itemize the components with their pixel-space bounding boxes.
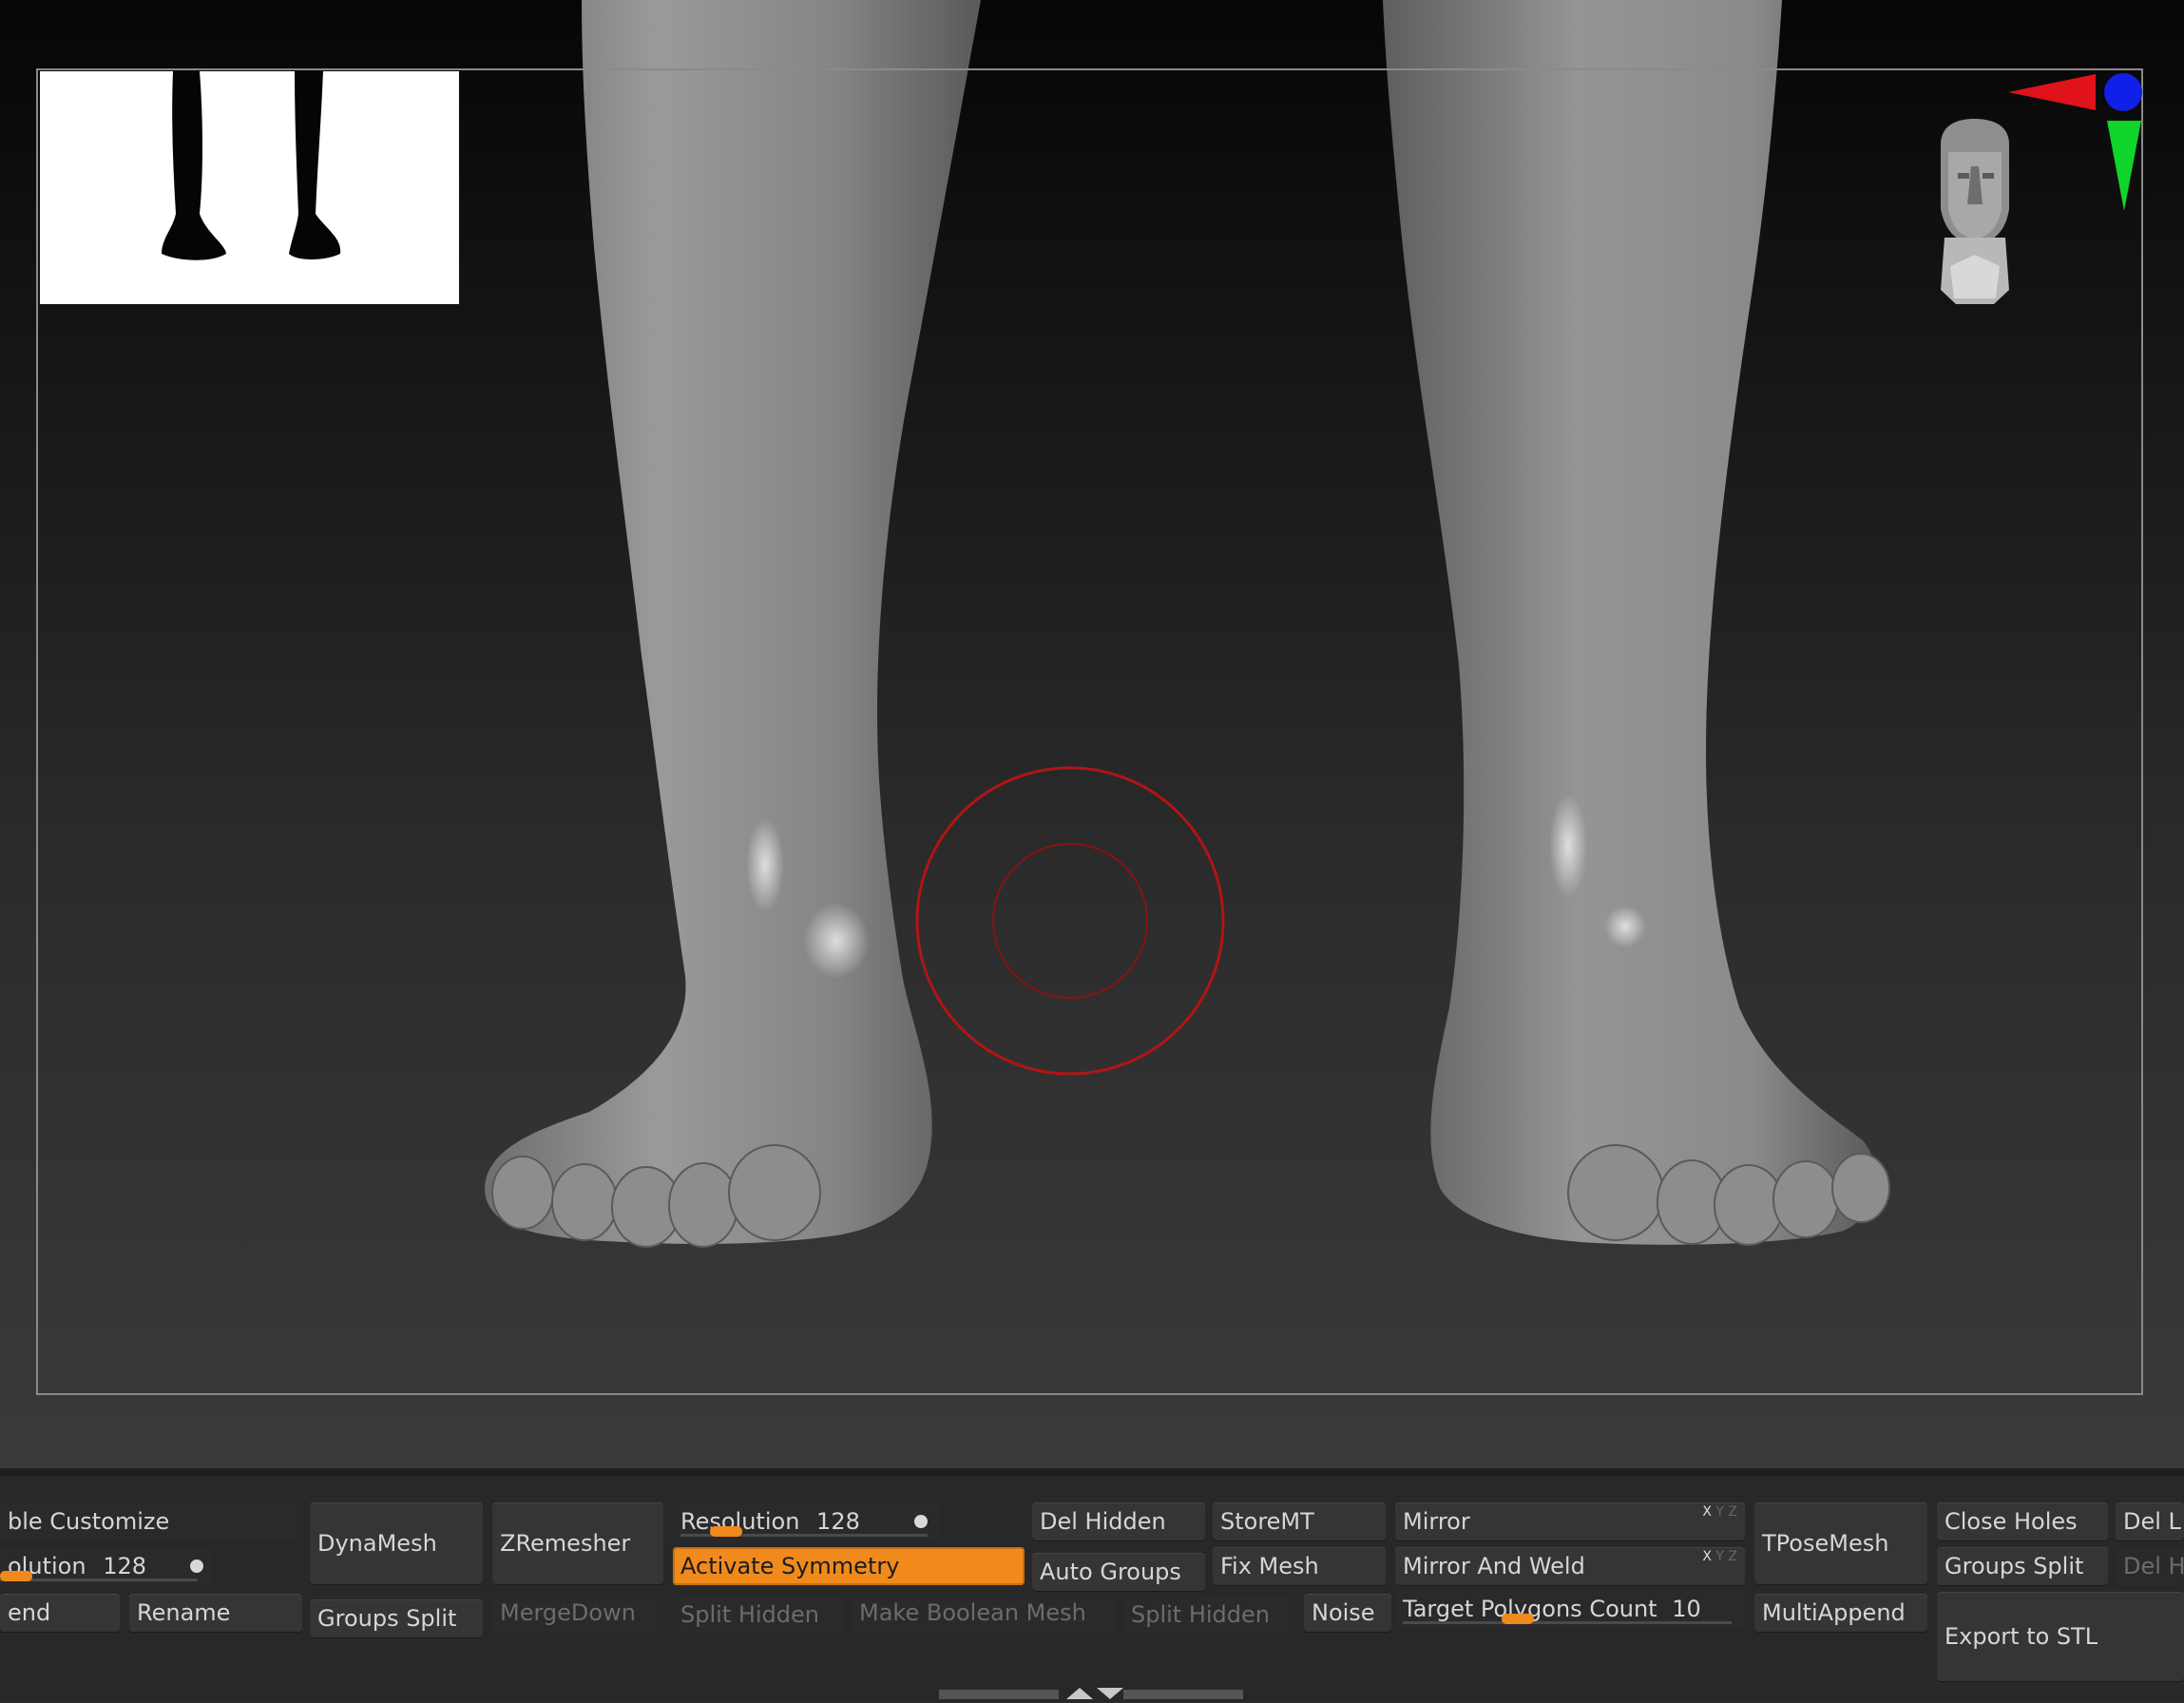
resolution-slider-knob[interactable]: [710, 1526, 743, 1537]
resolution-slider-track: [680, 1526, 928, 1537]
del-lower-button[interactable]: Del L: [2116, 1502, 2184, 1540]
y-axis-toggle[interactable]: Y: [1715, 1504, 1724, 1520]
target-polygons-value: 10: [1672, 1596, 1701, 1622]
x-axis-toggle[interactable]: X: [1702, 1549, 1712, 1564]
axis-gizmo: [2008, 73, 2142, 211]
close-holes-label: Close Holes: [1945, 1508, 2078, 1535]
del-hidden-button-2[interactable]: Del H: [2116, 1547, 2184, 1585]
zremesher-label: ZRemesher: [500, 1530, 631, 1557]
noise-label: Noise: [1312, 1599, 1375, 1626]
make-boolean-mesh-label: Make Boolean Mesh: [859, 1599, 1086, 1626]
del-hidden-button[interactable]: Del Hidden: [1032, 1502, 1205, 1540]
thumbnail-view[interactable]: [40, 71, 459, 304]
del-hidden-2-label: Del H: [2123, 1553, 2184, 1579]
dynamesh-label: DynaMesh: [317, 1530, 437, 1557]
xyz-axis-toggle[interactable]: X Y Z: [1702, 1502, 1737, 1521]
multiappend-label: MultiAppend: [1762, 1599, 1906, 1626]
split-hidden-label: Split Hidden: [680, 1601, 820, 1628]
bottom-tool-palette: ble Customize DynaMesh ZRemesher Resolut…: [0, 1468, 2184, 1702]
dynamesh-resolution-knob[interactable]: [0, 1571, 32, 1581]
dynamesh-resolution-track: [0, 1571, 198, 1581]
target-polygons-track: [1403, 1614, 1732, 1624]
dynamesh-resolution-slider[interactable]: olution 128: [0, 1547, 211, 1585]
mirror-and-weld-button[interactable]: Mirror And Weld X Y Z: [1395, 1547, 1745, 1585]
enable-customize-button[interactable]: ble Customize: [0, 1502, 302, 1540]
head-model: [1941, 119, 2009, 304]
tposemesh-button[interactable]: TPoseMesh: [1754, 1502, 1927, 1584]
resolution-slider-value: 128: [816, 1508, 860, 1535]
target-polygons-slider[interactable]: Target Polygons Count 10: [1395, 1590, 1745, 1628]
rename-label: Rename: [137, 1599, 231, 1626]
mergedown-button[interactable]: MergeDown: [492, 1594, 663, 1632]
mergedown-label: MergeDown: [500, 1599, 636, 1626]
make-boolean-mesh-button[interactable]: Make Boolean Mesh: [852, 1594, 1118, 1632]
thumbnail-silhouette: [162, 71, 341, 260]
xyz-axis-toggle[interactable]: X Y Z: [1702, 1547, 1737, 1566]
dynamesh-resolution-value: 128: [103, 1553, 146, 1579]
storemt-label: StoreMT: [1220, 1508, 1314, 1535]
enable-customize-label: ble Customize: [8, 1508, 170, 1535]
split-hidden-button[interactable]: Split Hidden: [673, 1596, 844, 1634]
append-label: end: [8, 1599, 51, 1626]
slider-dot-icon: [914, 1515, 928, 1528]
fix-mesh-button[interactable]: Fix Mesh: [1213, 1547, 1386, 1585]
z-axis-toggle[interactable]: Z: [1728, 1549, 1737, 1564]
target-polygons-knob[interactable]: [1501, 1614, 1534, 1624]
x-axis-toggle[interactable]: X: [1702, 1504, 1712, 1520]
mirror-button[interactable]: Mirror X Y Z: [1395, 1502, 1745, 1540]
zremesher-button[interactable]: ZRemesher: [492, 1502, 663, 1584]
rename-button[interactable]: Rename: [129, 1594, 302, 1632]
groups-split-label: Groups Split: [317, 1605, 457, 1632]
split-hidden-2-label: Split Hidden: [1131, 1601, 1271, 1628]
3d-viewport[interactable]: [0, 0, 2184, 1468]
export-to-stl-label: Export to STL: [1945, 1623, 2098, 1650]
groups-split-label: Groups Split: [1945, 1553, 2084, 1579]
auto-groups-label: Auto Groups: [1040, 1559, 1181, 1585]
mirror-and-weld-label: Mirror And Weld: [1403, 1553, 1585, 1579]
auto-groups-button[interactable]: Auto Groups: [1032, 1553, 1205, 1591]
fix-mesh-label: Fix Mesh: [1220, 1553, 1319, 1579]
y-axis-toggle[interactable]: Y: [1715, 1549, 1724, 1564]
groups-split-button[interactable]: Groups Split: [1937, 1547, 2108, 1585]
close-holes-button[interactable]: Close Holes: [1937, 1502, 2108, 1540]
activate-symmetry-label: Activate Symmetry: [680, 1553, 900, 1579]
tposemesh-label: TPoseMesh: [1762, 1530, 1889, 1557]
del-lower-label: Del L: [2123, 1508, 2181, 1535]
slider-dot-icon: [190, 1559, 203, 1573]
dynamesh-button[interactable]: DynaMesh: [310, 1502, 483, 1584]
mirror-label: Mirror: [1403, 1508, 1470, 1535]
resolution-slider[interactable]: Resolution 128: [673, 1502, 941, 1540]
panel-resize-grip-icon[interactable]: [939, 1684, 1243, 1703]
del-hidden-label: Del Hidden: [1040, 1508, 1166, 1535]
storemt-button[interactable]: StoreMT: [1213, 1502, 1386, 1540]
noise-button[interactable]: Noise: [1304, 1594, 1391, 1632]
z-axis-toggle[interactable]: Z: [1728, 1504, 1737, 1520]
groups-split-button[interactable]: Groups Split: [310, 1599, 483, 1637]
export-to-stl-button[interactable]: Export to STL: [1937, 1592, 2184, 1681]
split-hidden-button-2[interactable]: Split Hidden: [1123, 1596, 1294, 1634]
append-button[interactable]: end: [0, 1594, 120, 1632]
multiappend-button[interactable]: MultiAppend: [1754, 1594, 1927, 1632]
navigation-head-icon[interactable]: [1903, 67, 2150, 304]
activate-symmetry-button[interactable]: Activate Symmetry: [673, 1547, 1025, 1585]
